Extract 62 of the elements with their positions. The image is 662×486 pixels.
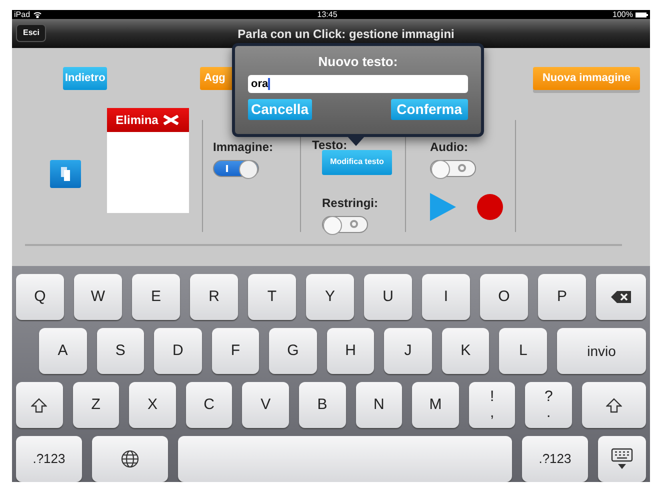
wifi-icon (33, 11, 42, 18)
device-name: iPad (14, 10, 30, 19)
shift-key[interactable] (16, 382, 63, 428)
keyboard-key[interactable]: U (364, 274, 412, 320)
keyboard-key[interactable]: I (422, 274, 470, 320)
globe-icon (121, 450, 139, 468)
record-icon[interactable] (477, 194, 503, 220)
keyboard-key[interactable]: G (269, 328, 317, 374)
keyboard-key[interactable]: D (154, 328, 202, 374)
clock: 13:45 (317, 10, 338, 19)
keyboard-key[interactable]: W (74, 274, 122, 320)
battery-percent: 100% (612, 10, 633, 19)
keyboard-key[interactable]: B (298, 382, 346, 428)
input-value: ora (251, 77, 268, 92)
keyboard-key[interactable]: E (132, 274, 180, 320)
keyboard-key[interactable]: T (248, 274, 296, 320)
keyboard-key[interactable]: ? . (525, 382, 572, 428)
return-key[interactable]: invio (556, 328, 646, 374)
cross-icon (162, 114, 180, 125)
keyboard-key[interactable]: A (39, 328, 87, 374)
keyboard-key[interactable]: R (190, 274, 238, 320)
copy-button[interactable] (50, 160, 81, 188)
keyboard-key[interactable]: L (499, 328, 547, 374)
audio-label: Audio: (430, 138, 469, 156)
shift-key[interactable] (582, 382, 646, 428)
shrink-label: Restringi: (322, 194, 378, 212)
numbers-key[interactable]: .?123 (16, 436, 82, 482)
keyboard-key[interactable]: P (538, 274, 586, 320)
shift-arrow-icon (31, 398, 48, 412)
keyboard-key[interactable]: M (412, 382, 459, 428)
keyboard-key[interactable]: X (129, 382, 176, 428)
toggle-switch[interactable] (430, 160, 476, 177)
window-title: Parla con un Click: gestione immagini (238, 26, 454, 44)
hide-keyboard-key[interactable] (598, 436, 646, 482)
keyboard-key[interactable]: ! , (468, 382, 516, 428)
keyboard-key[interactable]: Z (72, 382, 120, 428)
text-input[interactable]: ora (248, 75, 468, 94)
document-icon (61, 166, 70, 181)
toggle-switch[interactable] (322, 216, 368, 233)
toggle-switch[interactable] (213, 160, 259, 177)
keyboard-icon (611, 448, 633, 470)
keyboard-key[interactable]: H (326, 328, 374, 374)
keyboard-key[interactable]: V (242, 382, 289, 428)
keyboard-key[interactable]: F (212, 328, 260, 374)
keyboard-key[interactable]: N (356, 382, 402, 428)
keyboard-key[interactable]: K (442, 328, 490, 374)
image-label: Immagine: (213, 138, 274, 156)
globe-key[interactable] (92, 436, 168, 482)
delete-button[interactable]: Elimina (107, 108, 189, 132)
exit-button[interactable]: Esci (16, 24, 46, 42)
numbers-key[interactable]: .?123 (522, 436, 588, 482)
backspace-key[interactable] (596, 274, 646, 320)
backspace-icon (611, 291, 631, 303)
keyboard-key[interactable]: O (480, 274, 528, 320)
keyboard-key[interactable]: S (96, 328, 144, 374)
keyboard-key[interactable]: Y (306, 274, 354, 320)
shift-arrow-icon (606, 398, 622, 412)
keyboard-key[interactable]: Q (16, 274, 64, 320)
popover-title: Nuovo testo: (318, 52, 398, 71)
keyboard-key[interactable]: J (384, 328, 432, 374)
battery-icon (634, 12, 648, 18)
keyboard-key[interactable]: C (186, 382, 232, 428)
